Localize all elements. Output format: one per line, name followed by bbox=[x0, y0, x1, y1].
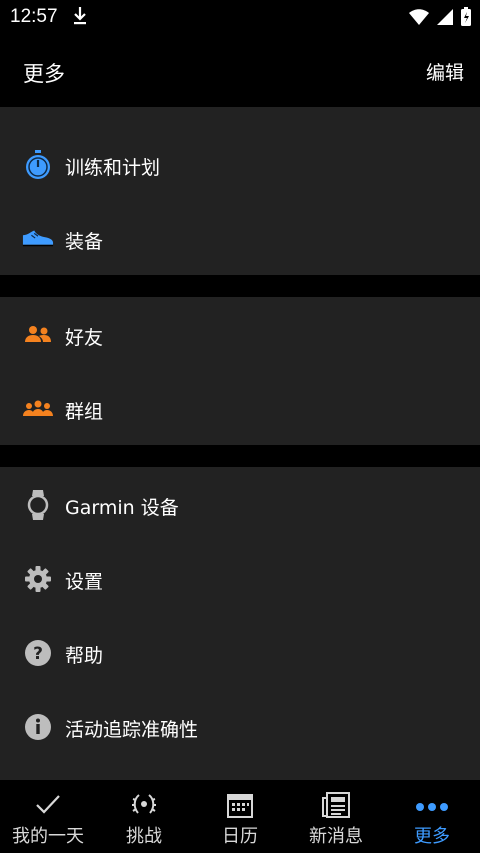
menu-item-gear[interactable]: 装备 bbox=[0, 201, 480, 275]
menu-item-label: 训练和计划 bbox=[65, 157, 161, 179]
page-title: 更多 bbox=[23, 62, 65, 86]
tab-more[interactable]: 更多 bbox=[384, 780, 480, 853]
menu-item-label: 设置 bbox=[65, 571, 104, 593]
section-device-settings: Garmin 设备 设置 ? 帮助 活动追踪准确性 bbox=[0, 467, 480, 780]
signal-icon bbox=[436, 8, 454, 30]
menu-item-groups[interactable]: 群组 bbox=[0, 371, 480, 445]
edit-button[interactable]: 编辑 bbox=[426, 58, 464, 85]
watch-icon bbox=[22, 490, 54, 520]
shoe-icon bbox=[22, 225, 54, 253]
section-training-gear: 训练和计划 装备 bbox=[0, 107, 480, 275]
news-icon bbox=[322, 792, 350, 822]
bottom-nav: 我的一天 挑战 日历 新消息 更多 bbox=[0, 780, 480, 853]
menu-item-label: 活动追踪准确性 bbox=[65, 719, 199, 741]
menu-item-training-plans[interactable]: 训练和计划 bbox=[0, 127, 480, 201]
tab-label: 我的一天 bbox=[12, 826, 84, 847]
section-social: 好友 群组 bbox=[0, 297, 480, 445]
laurel-icon bbox=[130, 792, 158, 822]
more-dots-icon bbox=[415, 797, 449, 816]
help-icon: ? bbox=[22, 639, 54, 667]
menu-item-settings[interactable]: 设置 bbox=[0, 541, 480, 615]
calendar-icon bbox=[227, 792, 253, 822]
tab-news[interactable]: 新消息 bbox=[288, 780, 384, 853]
friends-icon bbox=[22, 321, 54, 349]
tab-label: 新消息 bbox=[309, 826, 363, 847]
menu-item-label: Garmin 设备 bbox=[65, 497, 179, 519]
info-icon bbox=[22, 713, 54, 741]
stopwatch-icon bbox=[22, 150, 54, 179]
tab-label: 日历 bbox=[222, 826, 258, 847]
status-bar: 12:57 bbox=[0, 0, 480, 36]
status-time: 12:57 bbox=[10, 6, 58, 27]
menu-item-label: 帮助 bbox=[65, 645, 104, 667]
battery-icon bbox=[460, 7, 472, 31]
menu-item-label: 好友 bbox=[65, 327, 104, 349]
menu-item-help[interactable]: ? 帮助 bbox=[0, 615, 480, 689]
tab-label: 更多 bbox=[414, 826, 450, 847]
menu-item-activity-tracking-accuracy[interactable]: 活动追踪准确性 bbox=[0, 689, 480, 763]
group-icon bbox=[22, 395, 54, 423]
wifi-icon bbox=[408, 8, 430, 30]
tab-label: 挑战 bbox=[126, 826, 162, 847]
tab-my-day[interactable]: 我的一天 bbox=[0, 780, 96, 853]
menu-item-label: 群组 bbox=[65, 401, 104, 423]
app-header: 更多 编辑 bbox=[0, 36, 480, 106]
download-icon bbox=[72, 6, 88, 30]
check-icon bbox=[34, 792, 62, 820]
svg-text:?: ? bbox=[33, 644, 43, 664]
menu-item-friends[interactable]: 好友 bbox=[0, 297, 480, 371]
menu-item-garmin-devices[interactable]: Garmin 设备 bbox=[0, 467, 480, 541]
menu-item-label: 装备 bbox=[65, 231, 104, 253]
tab-challenges[interactable]: 挑战 bbox=[96, 780, 192, 853]
tab-calendar[interactable]: 日历 bbox=[192, 780, 288, 853]
gear-icon bbox=[22, 565, 54, 593]
